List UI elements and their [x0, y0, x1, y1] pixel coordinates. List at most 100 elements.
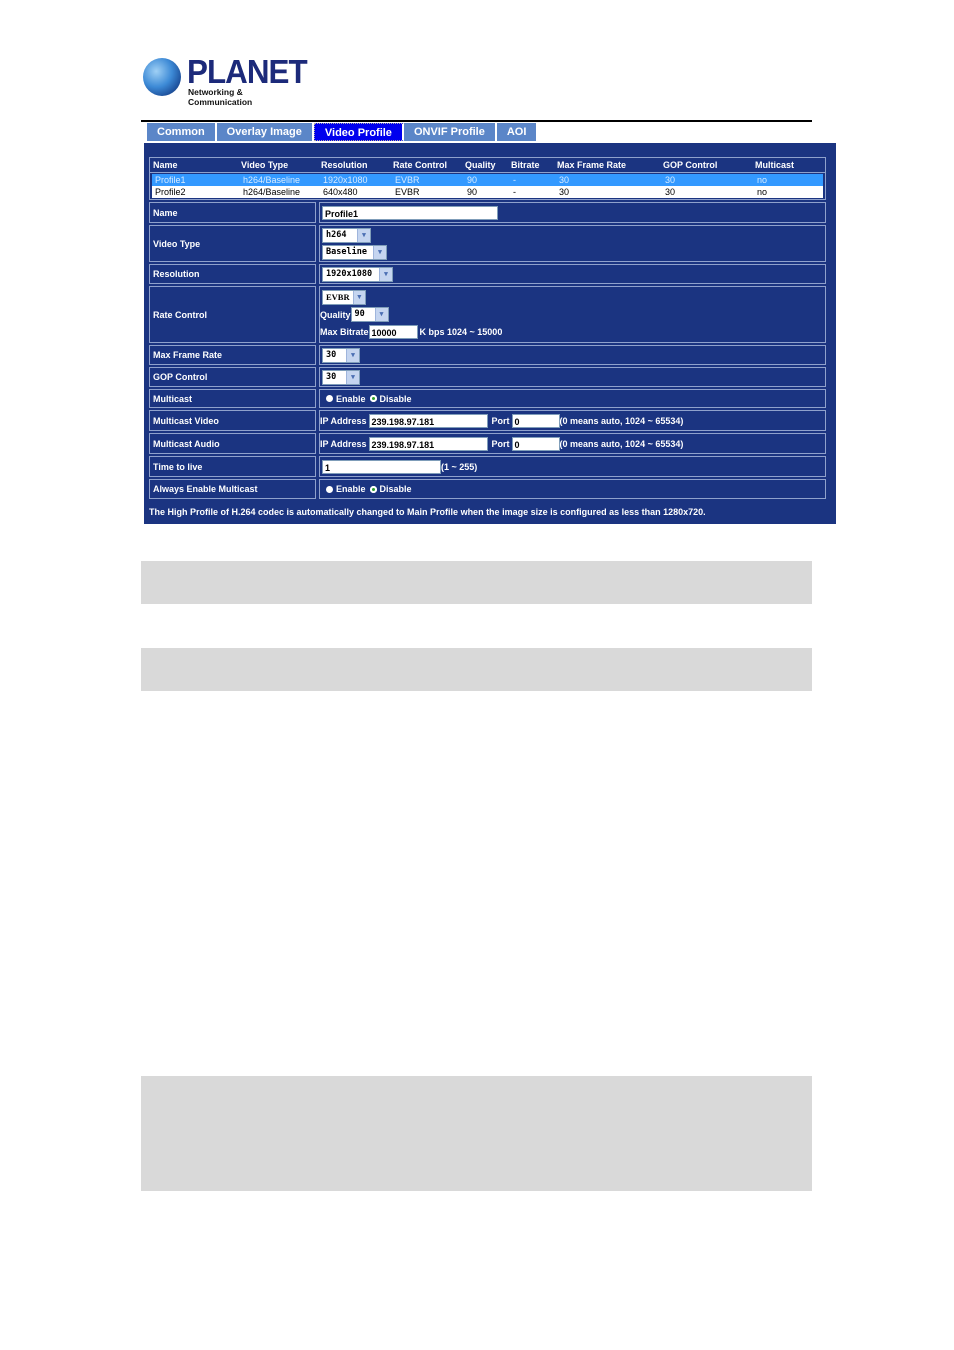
codec-select[interactable]: h264 ▼: [322, 227, 371, 243]
multicast-disable-label: Disable: [379, 393, 412, 404]
gop-control-select[interactable]: 30 ▼: [322, 369, 360, 385]
audio-port-label: Port: [491, 438, 510, 449]
cell: EVBR: [395, 187, 420, 197]
multicast-enable-radio[interactable]: [326, 395, 333, 402]
globe-icon: [143, 58, 181, 96]
multicast-audio-value-cell: IP Address 239.198.97.181 Port 0 (0 mean…: [319, 433, 826, 454]
video-type-label: Video Type: [149, 225, 316, 262]
chevron-down-icon: ▼: [352, 291, 365, 304]
row-rate-control: Rate Control EVBR ▼ Quality 90 ▼ Max Bitra…: [149, 286, 826, 343]
cell: 30: [559, 175, 570, 185]
cell: 30: [559, 187, 570, 197]
col-header-bitrate: Bitrate: [511, 160, 540, 170]
rate-control-value-cell: EVBR ▼ Quality 90 ▼ Max Bitrate 10000 K bp…: [319, 286, 826, 343]
rate-mode-value: EVBR: [326, 292, 350, 302]
tab-onvif-profile[interactable]: ONVIF Profile: [403, 123, 497, 141]
chevron-down-icon: ▼: [373, 245, 386, 259]
max-frame-rate-value: 30: [326, 349, 337, 360]
col-header-resolution: Resolution: [321, 160, 368, 170]
multicast-enable-label: Enable: [336, 393, 366, 404]
planet-logo: PLANET Networking & Communication: [143, 53, 308, 107]
quality-select[interactable]: 90 ▼: [350, 307, 389, 322]
always-multicast-enable-radio[interactable]: [326, 485, 333, 493]
profile-row[interactable]: Profile2 h264/Baseline 640x480 EVBR 90 -…: [152, 186, 823, 198]
tab-common[interactable]: Common: [147, 123, 217, 141]
gop-control-value-cell: 30 ▼: [319, 367, 826, 387]
audio-ip-label: IP Address: [320, 438, 367, 449]
rate-mode-select[interactable]: EVBR ▼: [322, 290, 366, 305]
cell: 30: [665, 187, 676, 197]
cell: no: [757, 187, 768, 197]
always-multicast-label: Always Enable Multicast: [149, 479, 316, 499]
tab-bar: Common Overlay Image Video Profile ONVIF…: [147, 123, 539, 141]
col-header-quality: Quality: [465, 160, 496, 170]
tab-aoi[interactable]: AOI: [496, 123, 539, 141]
audio-port-hint: (0 means auto, 1024 ~ 65534): [559, 438, 684, 449]
resolution-value-cell: 1920x1080 ▼: [319, 264, 826, 284]
chevron-down-icon: ▼: [357, 228, 370, 242]
row-multicast-video: Multicast Video IP Address 239.198.97.18…: [149, 410, 826, 431]
ttl-input[interactable]: 1: [322, 459, 441, 474]
profile-settings-form: Name Profile1 Video Type h264 ▼ Baseline ▼…: [149, 202, 826, 501]
profile-row-selected[interactable]: Profile1 h264/Baseline 1920x1080 EVBR 90…: [152, 174, 823, 186]
multicast-audio-label: Multicast Audio: [149, 433, 316, 454]
tab-video-profile[interactable]: Video Profile: [313, 123, 404, 141]
profile-list-header: Name Video Type Resolution Rate Control …: [150, 158, 825, 173]
resolution-value: 1920x1080: [326, 268, 373, 279]
video-port-label: Port: [491, 415, 510, 426]
chevron-down-icon: ▼: [379, 267, 392, 281]
video-ip-input[interactable]: 239.198.97.181: [368, 413, 488, 428]
name-input[interactable]: Profile1: [322, 205, 498, 220]
header-divider: [141, 120, 812, 122]
gray-box: [141, 1076, 812, 1191]
col-header-rate-control: Rate Control: [393, 160, 447, 170]
always-multicast-value-cell: Enable Disable: [319, 479, 826, 499]
row-multicast: Multicast Enable Disable: [149, 389, 826, 408]
row-max-frame-rate: Max Frame Rate 30 ▼: [149, 345, 826, 365]
h264-profile-value: Baseline: [326, 246, 367, 257]
codec-value: h264: [326, 229, 347, 240]
audio-ip-input[interactable]: 239.198.97.181: [368, 436, 488, 451]
always-multicast-disable-radio[interactable]: [369, 485, 377, 493]
video-type-value-cell: h264 ▼ Baseline ▼: [319, 225, 826, 262]
col-header-multicast: Multicast: [755, 160, 795, 170]
gop-control-value: 30: [326, 371, 337, 382]
cell: EVBR: [395, 175, 420, 185]
cell: 640x480: [323, 187, 358, 197]
max-frame-rate-select[interactable]: 30 ▼: [322, 347, 360, 363]
audio-port-input[interactable]: 0: [511, 436, 560, 451]
max-frame-rate-label: Max Frame Rate: [149, 345, 316, 365]
multicast-label: Multicast: [149, 389, 316, 408]
ttl-hint: (1 ~ 255): [441, 461, 478, 472]
gop-control-label: GOP Control: [149, 367, 316, 387]
cell: 1920x1080: [323, 175, 368, 185]
always-multicast-disable-label: Disable: [379, 484, 412, 494]
resolution-label: Resolution: [149, 264, 316, 284]
name-value-cell: Profile1: [319, 202, 826, 223]
cell: 90: [467, 187, 478, 197]
tab-overlay-image[interactable]: Overlay Image: [216, 123, 314, 141]
max-frame-rate-value-cell: 30 ▼: [319, 345, 826, 365]
cell: 30: [665, 175, 676, 185]
cell: h264/Baseline: [243, 175, 301, 185]
video-port-input[interactable]: 0: [511, 413, 560, 428]
resolution-select[interactable]: 1920x1080 ▼: [322, 266, 393, 282]
h264-profile-select[interactable]: Baseline ▼: [322, 244, 387, 260]
bitrate-hint: K bps 1024 ~ 15000: [419, 326, 503, 337]
chevron-down-icon: ▼: [346, 370, 359, 384]
quality-value: 90: [354, 309, 365, 319]
max-bitrate-input[interactable]: 10000: [368, 324, 418, 339]
cell: h264/Baseline: [243, 187, 301, 197]
col-header-gop-control: GOP Control: [663, 160, 718, 170]
row-ttl: Time to live 1 (1 ~ 255): [149, 456, 826, 477]
ttl-value-cell: 1 (1 ~ 255): [319, 456, 826, 477]
row-video-type: Video Type h264 ▼ Baseline ▼: [149, 225, 826, 262]
quality-label: Quality: [320, 309, 351, 320]
col-header-video-type: Video Type: [241, 160, 289, 170]
cell: 90: [467, 175, 478, 185]
max-bitrate-label: Max Bitrate: [320, 326, 369, 337]
ttl-label: Time to live: [149, 456, 316, 477]
cell: Profile2: [155, 187, 186, 197]
multicast-disable-radio[interactable]: [369, 395, 377, 402]
multicast-video-label: Multicast Video: [149, 410, 316, 431]
